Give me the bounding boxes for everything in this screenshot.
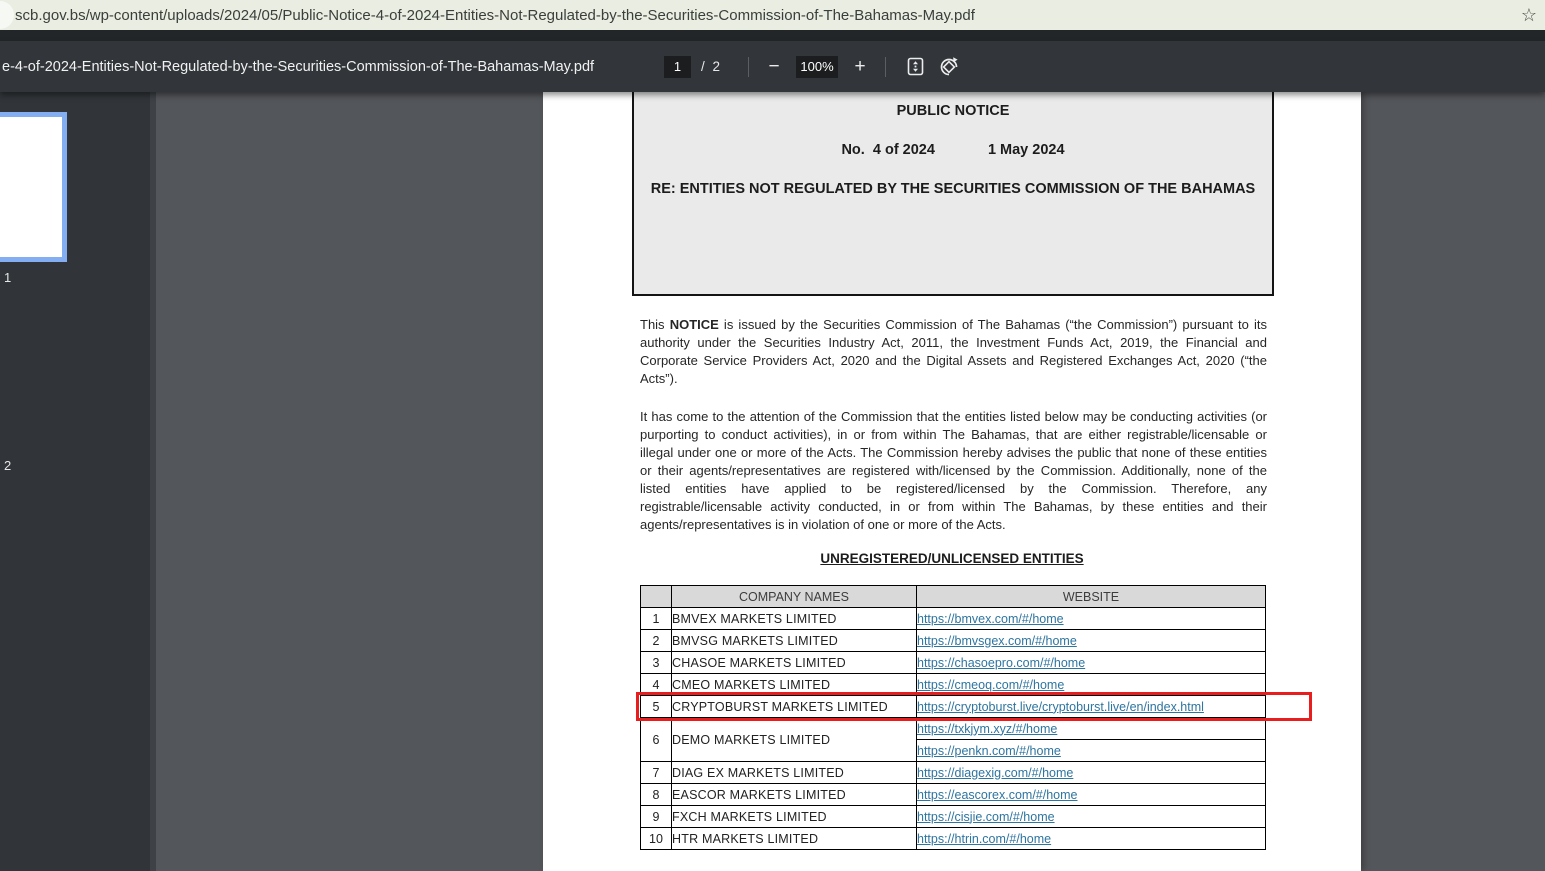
company-name: CHASOE MARKETS LIMITED	[672, 652, 917, 674]
fit-to-page-icon[interactable]	[898, 54, 932, 80]
pdf-toolbar-controls: 1 / 2 − 100% +	[664, 41, 966, 92]
site-info-icon[interactable]	[0, 1, 14, 29]
company-name: BMVEX MARKETS LIMITED	[672, 608, 917, 630]
company-name: DIAG EX MARKETS LIMITED	[672, 762, 917, 784]
table-row: 9 FXCH MARKETS LIMITED https://cisjie.co…	[641, 806, 1266, 828]
company-name: DEMO MARKETS LIMITED	[672, 718, 917, 762]
pdf-page-1: OF THE BAHAMAS SECURITIES COMMISSION OF …	[543, 92, 1361, 871]
notice-number: No. 4 of 2024	[841, 142, 934, 158]
thumbnail-sidebar: 1 2	[0, 92, 156, 871]
url-field[interactable]: scb.gov.bs/wp-content/uploads/2024/05/Pu…	[15, 7, 975, 24]
company-name: FXCH MARKETS LIMITED	[672, 806, 917, 828]
entities-table: COMPANY NAMES WEBSITE 1 BMVEX MARKETS LI…	[640, 585, 1266, 850]
website-link[interactable]: https://chasoepro.com/#/home	[917, 656, 1085, 670]
zoom-in-button[interactable]: +	[847, 54, 873, 80]
header-website: WEBSITE	[917, 586, 1266, 608]
company-name: BMVSG MARKETS LIMITED	[672, 630, 917, 652]
table-row: 7 DIAG EX MARKETS LIMITED https://diagex…	[641, 762, 1266, 784]
row-num: 8	[641, 784, 672, 806]
thumbnail-label-2: 2	[4, 458, 11, 473]
row-num: 4	[641, 674, 672, 696]
notice-subject: RE: ENTITIES NOT REGULATED BY THE SECURI…	[634, 181, 1272, 197]
toolbar-divider	[885, 57, 886, 77]
row-num: 3	[641, 652, 672, 674]
row-num: 7	[641, 762, 672, 784]
paragraph-2: It has come to the attention of the Comm…	[640, 408, 1267, 534]
table-row: 8 EASCOR MARKETS LIMITED https://eascore…	[641, 784, 1266, 806]
website-link[interactable]: https://eascorex.com/#/home	[917, 788, 1078, 802]
toolbar-divider	[748, 57, 749, 77]
table-row: 2 BMVSG MARKETS LIMITED https://bmvsgex.…	[641, 630, 1266, 652]
paragraph-1-prefix: This	[640, 317, 670, 332]
zoom-level-input[interactable]: 100%	[796, 56, 838, 78]
row-num: 2	[641, 630, 672, 652]
window-border-strip	[0, 30, 1545, 41]
row-num: 10	[641, 828, 672, 850]
table-row: 10 HTR MARKETS LIMITED https://htrin.com…	[641, 828, 1266, 850]
row-num: 1	[641, 608, 672, 630]
pdf-toolbar: e-4-of-2024-Entities-Not-Regulated-by-th…	[0, 41, 1545, 92]
notice-date: 1 May 2024	[988, 142, 1065, 158]
row-num: 6	[641, 718, 672, 762]
table-header-row: COMPANY NAMES WEBSITE	[641, 586, 1266, 608]
pdf-content-area: 1 2	[0, 92, 1545, 871]
bookmark-star-icon[interactable]: ☆	[1521, 4, 1537, 26]
website-link[interactable]: https://diagexig.com/#/home	[917, 766, 1073, 780]
website-link[interactable]: https://cryptoburst.live/cryptoburst.liv…	[917, 700, 1204, 714]
company-name: EASCOR MARKETS LIMITED	[672, 784, 917, 806]
table-heading: UNREGISTERED/UNLICENSED ENTITIES	[543, 551, 1361, 566]
notice-header-box: OF THE BAHAMAS SECURITIES COMMISSION OF …	[632, 92, 1274, 296]
paragraph-1: This NOTICE is issued by the Securities …	[640, 316, 1267, 388]
notice-number-date: No. 4 of 2024 1 May 2024	[634, 142, 1272, 158]
pdf-viewer: OF THE BAHAMAS SECURITIES COMMISSION OF …	[156, 92, 1545, 871]
row-num: 5	[641, 696, 672, 718]
table-row: 3 CHASOE MARKETS LIMITED https://chasoep…	[641, 652, 1266, 674]
browser-url-bar: scb.gov.bs/wp-content/uploads/2024/05/Pu…	[0, 0, 1545, 30]
company-name: HTR MARKETS LIMITED	[672, 828, 917, 850]
header-company: COMPANY NAMES	[672, 586, 917, 608]
website-link[interactable]: https://bmvex.com/#/home	[917, 612, 1064, 626]
website-link[interactable]: https://bmvsgex.com/#/home	[917, 634, 1077, 648]
website-link[interactable]: https://cmeoq.com/#/home	[917, 678, 1064, 692]
thumbnail-page-1[interactable]	[0, 112, 67, 262]
website-link[interactable]: https://penkn.com/#/home	[917, 744, 1061, 758]
table-row: 4 CMEO MARKETS LIMITED https://cmeoq.com…	[641, 674, 1266, 696]
company-name: CMEO MARKETS LIMITED	[672, 674, 917, 696]
public-notice-title: PUBLIC NOTICE	[634, 103, 1272, 119]
website-link[interactable]: https://txkjym.xyz/#/home	[917, 722, 1057, 736]
company-name: CRYPTOBURST MARKETS LIMITED	[672, 696, 917, 718]
page-count-label: / 2	[701, 59, 722, 74]
page-number-input[interactable]: 1	[664, 56, 691, 78]
header-num	[641, 586, 672, 608]
website-link[interactable]: https://cisjie.com/#/home	[917, 810, 1055, 824]
table-row: 1 BMVEX MARKETS LIMITED https://bmvex.co…	[641, 608, 1266, 630]
rotate-icon[interactable]	[932, 54, 966, 80]
paragraph-1-bold: NOTICE	[670, 317, 719, 332]
table-row-highlighted: 5 CRYPTOBURST MARKETS LIMITED https://cr…	[641, 696, 1266, 718]
zoom-out-button[interactable]: −	[761, 54, 787, 80]
website-link[interactable]: https://htrin.com/#/home	[917, 832, 1051, 846]
paragraph-1-rest: is issued by the Securities Commission o…	[640, 317, 1267, 386]
table-row: 6 DEMO MARKETS LIMITED https://txkjym.xy…	[641, 718, 1266, 740]
thumbnail-label-1: 1	[4, 270, 11, 285]
row-num: 9	[641, 806, 672, 828]
pdf-document-title: e-4-of-2024-Entities-Not-Regulated-by-th…	[2, 59, 594, 75]
